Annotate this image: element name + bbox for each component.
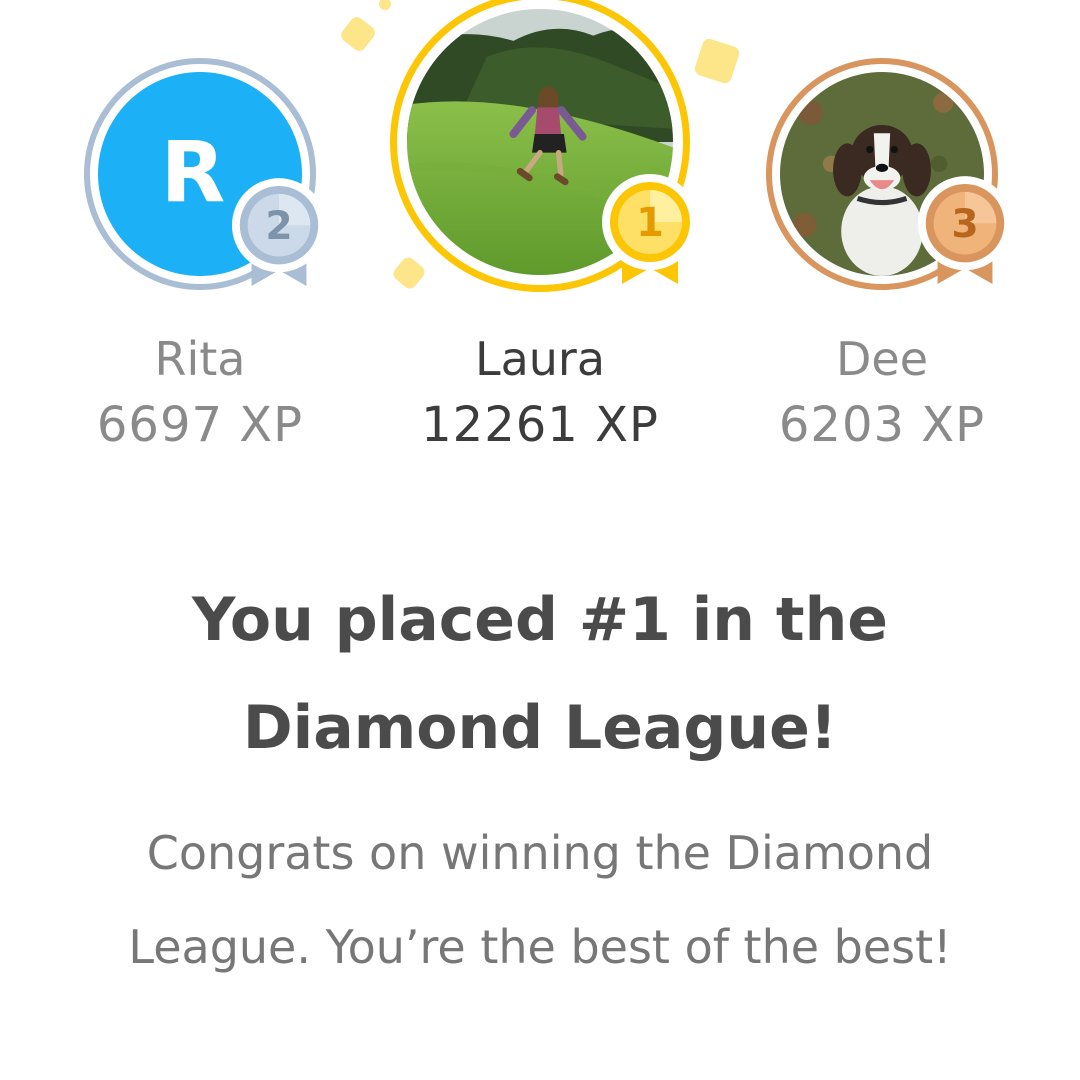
player-xp-laura: 12261 XP — [421, 397, 659, 453]
bronze-medal-icon: 3 — [916, 174, 1014, 292]
player-name-laura: Laura — [474, 332, 606, 386]
medal-rank: 1 — [636, 200, 664, 246]
result-headline: You placed #1 in the Diamond League! — [191, 585, 889, 763]
player-xp-rita: 6697 XP — [96, 397, 304, 453]
sparkle-icon — [338, 14, 378, 54]
silver-medal-icon: 2 — [230, 176, 328, 294]
player-name-rita: Rita — [154, 332, 246, 386]
sparkle-icon — [693, 37, 741, 85]
avatar-initial: R — [160, 123, 226, 221]
medal-rank: 2 — [265, 204, 292, 249]
medal-rank: 3 — [951, 202, 978, 247]
sparkle-icon — [376, 0, 394, 13]
sparkle-icon — [390, 254, 428, 292]
congrats-message: Congrats on winning the Diamond League. … — [128, 826, 952, 974]
player-name-dee: Dee — [835, 332, 929, 386]
gold-medal-icon: 1 — [600, 172, 700, 292]
leaderboard-podium: R 2 1 3 Rita 6697 XP Laura 12261 XP Dee … — [0, 0, 1080, 480]
player-xp-dee: 6203 XP — [778, 397, 986, 453]
